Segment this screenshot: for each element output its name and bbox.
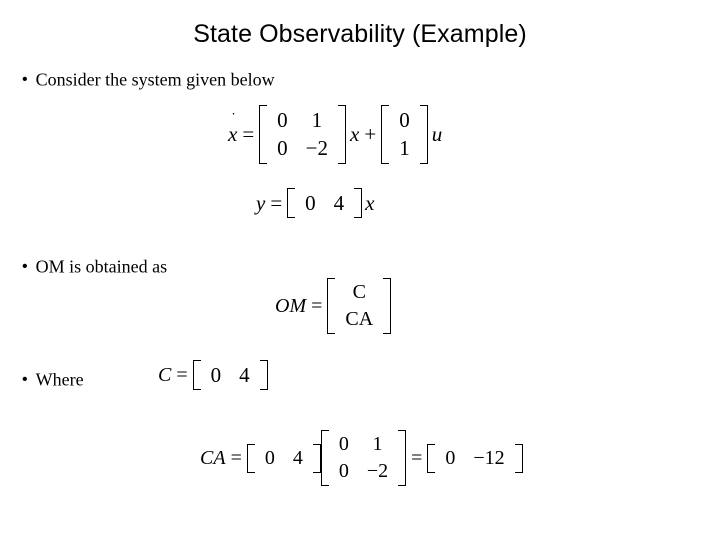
x-dot-symbol: ˙ x xyxy=(228,111,237,147)
matrix-C: 0 4 xyxy=(287,188,363,219)
matrix-c-values: 0 4 xyxy=(192,360,268,391)
matrix-A: 0 1 0 −2 xyxy=(259,105,346,164)
bullet-text: Where xyxy=(35,369,84,390)
matrix-cell: 0 xyxy=(277,108,288,132)
matrix-cell: 1 xyxy=(399,136,410,161)
matrix-cell: 4 xyxy=(239,363,250,387)
matrix-ca-result: 0 −12 xyxy=(427,443,523,473)
matrix-a-factor: 0 1 0 −2 xyxy=(320,430,407,486)
matrix-cell: −2 xyxy=(305,136,329,161)
bullet-item-3: • Where xyxy=(22,368,84,390)
matrix-cell: 0 xyxy=(210,363,222,387)
matrix-cell: −2 xyxy=(366,460,389,482)
matrix-cell: 0 xyxy=(338,433,349,455)
equals-sign: = xyxy=(311,294,323,317)
equation-ca: CA = 0 4 0 1 0 −2 = 0 −12 xyxy=(200,430,523,486)
matrix-cell: 0 xyxy=(264,446,275,469)
y-symbol: y xyxy=(256,190,266,215)
matrix-cell: 1 xyxy=(311,108,323,132)
bullet-text: Consider the system given below xyxy=(35,69,275,90)
bullet-item-2: • OM is obtained as xyxy=(22,255,167,277)
equation-output: y = 0 4 x xyxy=(256,188,375,219)
bullet-marker: • xyxy=(22,370,28,388)
matrix-cell: 4 xyxy=(333,191,345,215)
matrix-om: C CA xyxy=(327,278,391,334)
ca-label: CA xyxy=(200,446,226,469)
x-vector-symbol: x xyxy=(365,190,375,215)
matrix-cell: 4 xyxy=(292,446,303,469)
matrix-cell: 0 xyxy=(338,460,349,482)
matrix-cell: 0 xyxy=(399,108,410,132)
slide: State Observability (Example) • Consider … xyxy=(0,0,720,540)
matrix-cell: 0 xyxy=(277,136,288,161)
equation-state: ˙ x = 0 1 0 −2 x + 0 1 u xyxy=(228,105,442,164)
bullet-item-1: • Consider the system given below xyxy=(22,68,275,90)
bullet-marker: • xyxy=(22,70,28,88)
matrix-B: 0 1 xyxy=(381,105,428,164)
bullet-text: OM is obtained as xyxy=(35,256,168,277)
bullet-marker: • xyxy=(22,257,28,275)
equation-c: C = 0 4 xyxy=(158,360,268,391)
c-label: C xyxy=(158,363,172,386)
plus-sign: + xyxy=(364,121,377,146)
equation-observability-matrix: OM = C CA xyxy=(275,278,391,334)
matrix-cell: 1 xyxy=(372,433,383,455)
equals-sign: = xyxy=(176,363,188,386)
matrix-cell: 0 xyxy=(305,191,316,215)
equals-sign: = xyxy=(230,446,242,469)
matrix-c-factor: 0 4 xyxy=(246,443,321,473)
matrix-cell: 0 xyxy=(445,446,456,469)
x-vector-symbol: x xyxy=(350,121,360,146)
matrix-cell: −12 xyxy=(473,446,505,469)
dot-accent-icon: ˙ xyxy=(231,110,236,127)
u-symbol: u xyxy=(431,121,443,146)
matrix-cell: C xyxy=(352,281,366,303)
matrix-cell: CA xyxy=(345,308,374,330)
equals-sign: = xyxy=(242,121,255,146)
equals-sign: = xyxy=(270,190,283,215)
om-label: OM xyxy=(275,294,307,317)
equals-sign-2: = xyxy=(411,446,423,469)
page-title: State Observability (Example) xyxy=(193,20,527,48)
